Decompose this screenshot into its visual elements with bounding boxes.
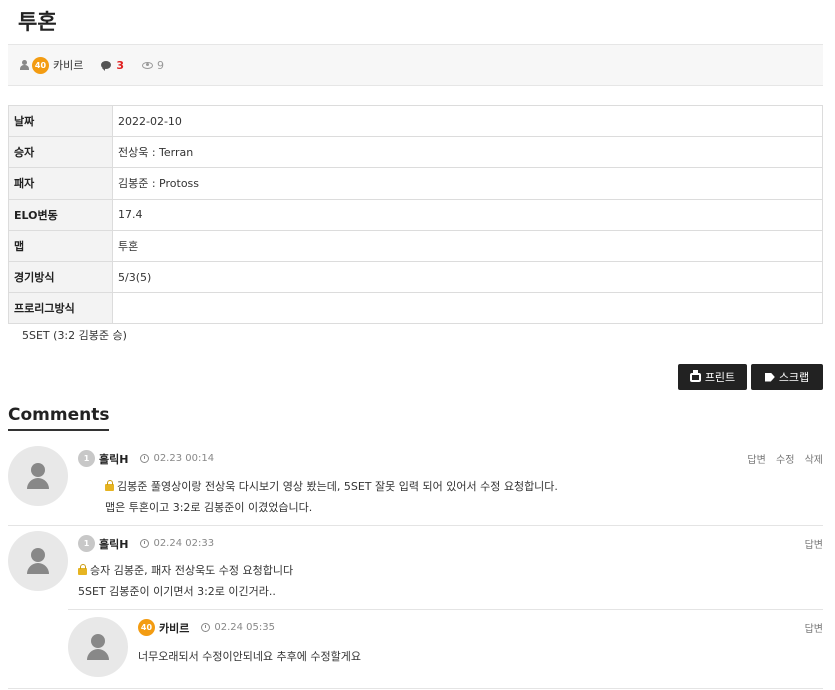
reply-button[interactable]: 답변 (805, 624, 823, 635)
table-row: 경기방식 5/3(5) (8, 260, 823, 294)
comment-body: 김봉준 풀영상이랑 전상욱 다시보기 영상 봤는데, 5SET 잘못 입력 되어… (105, 476, 558, 518)
print-button[interactable]: 프린트 (678, 364, 747, 390)
comment-text: 김봉준 풀영상이랑 전상욱 다시보기 영상 봤는데, 5SET 잘못 입력 되어… (117, 480, 558, 493)
comment-count-value: 3 (116, 58, 125, 72)
comment-time: 02.24 05:35 (214, 622, 275, 633)
field-label: 프로리그방식 (8, 292, 113, 325)
comment-item: 1 홀릭H 02.24 02:33 답변 승자 김봉준, 패자 전상욱도 수정 … (8, 531, 823, 611)
comment-time: 02.23 00:14 (153, 453, 215, 464)
field-value: 김봉준 : Protoss (112, 167, 823, 200)
comment-actions: 답변 수정 삭제 (740, 451, 823, 466)
avatar[interactable] (8, 531, 68, 591)
post-meta-bar: 40 카비르 3 9 (8, 44, 823, 86)
field-label: 승자 (8, 136, 113, 169)
avatar[interactable] (8, 446, 68, 506)
comments-heading: Comments (8, 405, 110, 431)
reply-button[interactable]: 답변 (805, 540, 823, 551)
lock-icon (105, 480, 114, 491)
comment-item: 1 홀릭H 02.23 00:14 답변 수정 삭제 김봉준 풀영상이랑 전상욱… (8, 446, 823, 526)
level-badge: 40 (32, 56, 49, 74)
commenter-name[interactable]: 카비르 (159, 620, 189, 636)
level-badge: 1 (78, 535, 95, 552)
author-info[interactable]: 40 카비르 (20, 56, 83, 74)
author-name[interactable]: 카비르 (53, 57, 83, 73)
lock-icon (78, 564, 87, 575)
comment-header: 40 카비르 02.24 05:35 (138, 619, 275, 636)
comment-line: 김봉준 풀영상이랑 전상욱 다시보기 영상 봤는데, 5SET 잘못 입력 되어… (105, 476, 558, 497)
delete-button[interactable]: 삭제 (805, 455, 823, 466)
eye-icon (142, 61, 154, 69)
table-row: 날짜 2022-02-10 (8, 104, 823, 138)
field-value (112, 292, 823, 325)
view-count: 9 (142, 59, 164, 72)
field-label: 패자 (8, 167, 113, 200)
reply-button[interactable]: 답변 (747, 455, 765, 466)
comment-icon (101, 61, 112, 71)
comment-header: 1 홀릭H 02.24 02:33 (78, 535, 214, 552)
commenter-name[interactable]: 홀릭H (99, 536, 128, 552)
comment-count: 3 (101, 59, 124, 72)
comment-actions: 답변 (798, 620, 823, 635)
field-value: 투혼 (112, 229, 823, 262)
printer-icon (689, 369, 701, 382)
print-label: 프린트 (704, 371, 736, 384)
scrap-button[interactable]: 스크랩 (751, 364, 823, 390)
field-value: 2022-02-10 (112, 104, 823, 138)
level-badge: 40 (138, 619, 155, 636)
clock-icon (201, 623, 211, 632)
field-label: 경기방식 (8, 260, 113, 294)
user-icon (20, 60, 29, 70)
field-label: 맵 (8, 229, 113, 262)
comment-time: 02.24 02:33 (153, 538, 215, 549)
table-row: 맵 투혼 (8, 229, 823, 262)
divider (8, 688, 823, 689)
divider (8, 525, 823, 526)
tag-icon (764, 372, 775, 382)
level-badge: 1 (78, 450, 95, 467)
view-count-value: 9 (157, 58, 165, 72)
field-value: 17.4 (112, 198, 823, 231)
comment-line: 너무오래되서 수정이안되네요 추후에 수정할게요 (138, 650, 362, 663)
edit-button[interactable]: 수정 (776, 455, 794, 466)
match-info-table: 날짜 2022-02-10 승자 전상욱 : Terran 패자 김봉준 : P… (8, 104, 823, 325)
comment-actions: 답변 (798, 536, 823, 551)
post-title: 투혼 (18, 10, 57, 34)
result-text: 5SET (3:2 김봉준 승) (22, 329, 127, 342)
field-label: ELO변동 (8, 198, 113, 231)
comment-header: 1 홀릭H 02.23 00:14 (78, 450, 214, 467)
divider (68, 609, 823, 610)
clock-icon (140, 539, 150, 548)
comment-text: 승자 김봉준, 패자 전상욱도 수정 요청합니다 (90, 564, 294, 577)
field-label: 날짜 (8, 104, 113, 138)
field-value: 5/3(5) (112, 260, 823, 294)
comment-body: 너무오래되서 수정이안되네요 추후에 수정할게요 (138, 646, 361, 667)
comment-line: 5SET 김봉준이 이기면서 3:2로 이긴거라.. (78, 585, 276, 598)
clock-icon (140, 454, 150, 463)
avatar[interactable] (68, 617, 128, 677)
field-value: 전상욱 : Terran (112, 136, 823, 169)
table-row: 패자 김봉준 : Protoss (8, 167, 823, 200)
comment-line: 승자 김봉준, 패자 전상욱도 수정 요청합니다 (78, 560, 293, 581)
comment-line: 맵은 투혼이고 3:2로 김봉준이 이겼었습니다. (105, 501, 313, 514)
scrap-label: 스크랩 (778, 371, 810, 384)
comment-body: 승자 김봉준, 패자 전상욱도 수정 요청합니다 5SET 김봉준이 이기면서 … (78, 560, 293, 602)
table-row: ELO변동 17.4 (8, 198, 823, 231)
reply-comment-item: 40 카비르 02.24 05:35 답변 너무오래되서 수정이안되네요 추후에… (68, 617, 823, 687)
table-row: 승자 전상욱 : Terran (8, 136, 823, 169)
table-row: 프로리그방식 (8, 292, 823, 325)
commenter-name[interactable]: 홀릭H (99, 451, 128, 467)
